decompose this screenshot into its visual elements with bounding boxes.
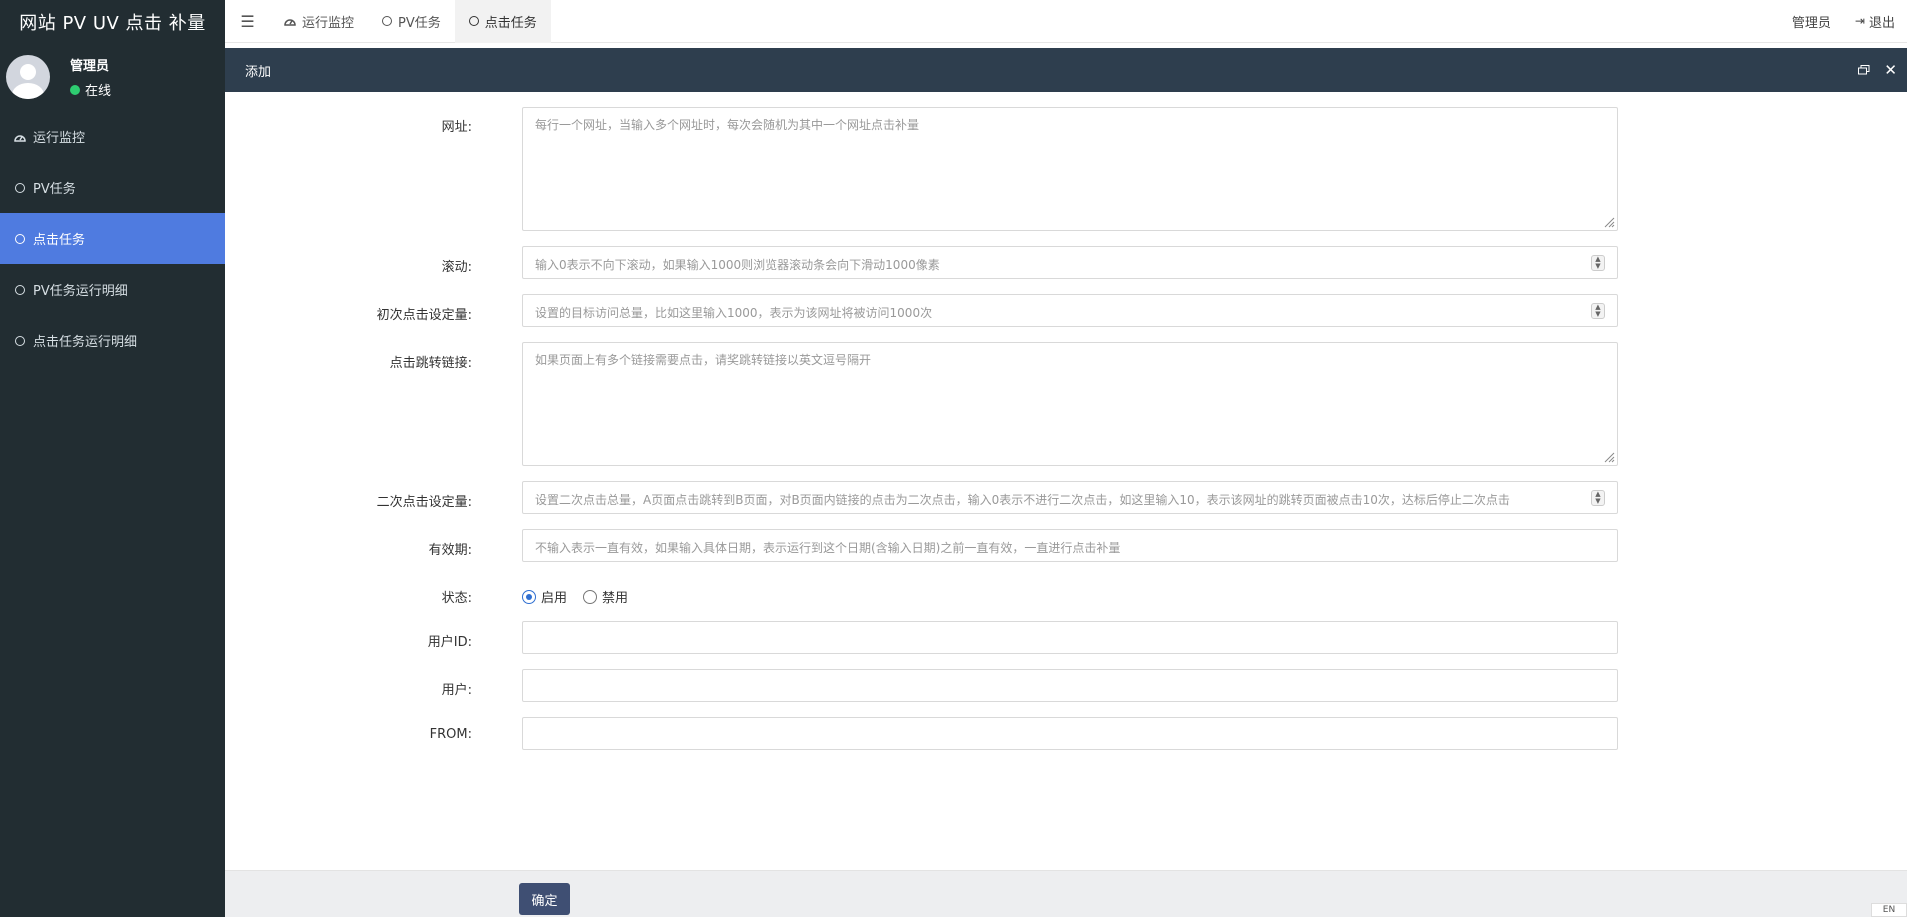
sidebar-item-click-task[interactable]: 点击任务	[0, 213, 225, 264]
sidebar-item-pv-task[interactable]: PV任务	[0, 162, 225, 213]
validity-date-input[interactable]: 不输入表示一直有效，如果输入具体日期，表示运行到这个日期(含输入日期)之前一直有…	[522, 529, 1618, 562]
second-clicks-label: 二次点击设定量:	[376, 495, 472, 510]
sidebar-item-click-task-detail[interactable]: 点击任务运行明细	[0, 315, 225, 366]
avatar	[6, 55, 50, 99]
ime-indicator: EN	[1871, 903, 1907, 917]
second-clicks-placeholder: 设置二次点击总量，A页面点击跳转到B页面，对B页面内链接的点击为二次点击，输入0…	[535, 493, 1510, 507]
resize-handle-icon[interactable]	[1603, 451, 1615, 463]
validity-placeholder: 不输入表示一直有效，如果输入具体日期，表示运行到这个日期(含输入日期)之前一直有…	[535, 541, 1121, 555]
circle-icon	[468, 16, 479, 26]
from-label: FROM:	[429, 727, 472, 742]
circle-icon	[382, 16, 393, 26]
url-placeholder: 每行一个网址，当输入多个网址时，每次会随机为其中一个网址点击补量	[535, 118, 920, 132]
logout-label: 退出	[1868, 15, 1895, 31]
online-status-icon	[70, 84, 80, 95]
sidebar-item-pv-task-detail[interactable]: PV任务运行明细	[0, 264, 225, 315]
tab-monitor[interactable]: 运行监控	[270, 0, 368, 43]
scroll-placeholder: 输入0表示不向下滚动，如果输入1000则浏览器滚动条会向下滑动1000像素	[535, 258, 940, 272]
user-status-label: 在线	[85, 84, 112, 99]
admin-user-link[interactable]: 管理员	[1780, 12, 1843, 31]
jump-links-label: 点击跳转链接:	[389, 356, 472, 371]
circle-icon	[14, 182, 26, 194]
radio-checked-icon	[522, 589, 536, 604]
user-input[interactable]	[522, 669, 1618, 702]
tab-label: 点击任务	[484, 15, 537, 31]
validity-label: 有效期:	[428, 543, 472, 558]
url-label: 网址:	[441, 120, 472, 135]
user-status: 在线	[70, 80, 111, 99]
radio-label: 禁用	[602, 591, 629, 606]
sidebar-item-monitor[interactable]: 运行监控	[0, 111, 225, 162]
tab-pv-task[interactable]: PV任务	[368, 0, 455, 43]
initial-clicks-input[interactable]: 设置的目标访问总量，比如这里输入1000，表示为该网址将被访问1000次 ▲ ▼	[522, 294, 1618, 327]
sidebar-menu: 运行监控 PV任务 点击任务 PV任务运行明细 点击任务运行明细	[0, 111, 225, 366]
circle-icon	[14, 233, 26, 245]
jump-links-textarea[interactable]: 如果页面上有多个链接需要点击，请奖跳转链接以英文逗号隔开	[522, 342, 1618, 466]
top-navbar: ☰ 运行监控 PV任务 点击任务 管理员 ⇥ 退出	[225, 0, 1907, 43]
radio-unchecked-icon	[583, 589, 598, 604]
status-radio-group: 启用 禁用	[522, 587, 628, 606]
user-id-input[interactable]	[522, 621, 1618, 654]
user-panel: 管理员 在线	[0, 43, 225, 111]
sign-out-icon: ⇥	[1854, 14, 1865, 28]
user-label: 用户:	[441, 683, 472, 698]
scroll-number-input[interactable]: 输入0表示不向下滚动，如果输入1000则浏览器滚动条会向下滑动1000像素 ▲ ▼	[522, 246, 1618, 279]
url-textarea[interactable]: 每行一个网址，当输入多个网址时，每次会随机为其中一个网址点击补量	[522, 107, 1618, 231]
user-id-label: 用户ID:	[427, 635, 472, 650]
dashboard-icon	[284, 16, 296, 26]
resize-handle-icon[interactable]	[1603, 216, 1615, 228]
radio-label: 启用	[541, 591, 568, 606]
close-icon[interactable]: ✕	[1884, 61, 1897, 79]
number-spinner-icon[interactable]: ▲ ▼	[1591, 303, 1605, 319]
sidebar-item-label: 点击任务	[33, 233, 86, 248]
panel-header: 添加 ✕	[225, 48, 1907, 92]
tab-label: PV任务	[398, 15, 441, 31]
tab-label: 运行监控	[302, 15, 355, 31]
status-label: 状态:	[441, 591, 472, 606]
maximize-icon[interactable]	[1858, 65, 1870, 75]
logout-button[interactable]: ⇥ 退出	[1843, 12, 1907, 31]
scroll-label: 滚动:	[441, 260, 472, 275]
circle-icon	[14, 284, 26, 296]
initial-clicks-label: 初次点击设定量:	[376, 308, 472, 323]
number-spinner-icon[interactable]: ▲ ▼	[1591, 490, 1605, 506]
confirm-button[interactable]: 确定	[519, 883, 570, 915]
sidebar-item-label: 点击任务运行明细	[33, 335, 138, 350]
form-footer: 确定 EN	[225, 870, 1907, 917]
sidebar-item-label: PV任务	[33, 182, 76, 197]
sidebar-item-label: PV任务运行明细	[33, 284, 128, 299]
form-panel: 网址: 每行一个网址，当输入多个网址时，每次会随机为其中一个网址点击补量 滚动:…	[225, 92, 1907, 870]
number-spinner-icon[interactable]: ▲ ▼	[1591, 255, 1605, 271]
circle-icon	[14, 335, 26, 347]
second-clicks-input[interactable]: 设置二次点击总量，A页面点击跳转到B页面，对B页面内链接的点击为二次点击，输入0…	[522, 481, 1618, 514]
from-input[interactable]	[522, 717, 1618, 750]
tab-click-task[interactable]: 点击任务	[454, 0, 551, 43]
sidebar: 网站 PV UV 点击 补量 管理员 在线 运行监控 PV任务 点击任务 PV任…	[0, 0, 225, 917]
dashboard-icon	[14, 131, 26, 143]
sidebar-item-label: 运行监控	[33, 131, 86, 146]
menu-toggle-icon[interactable]: ☰	[225, 0, 270, 43]
status-disable-radio[interactable]: 禁用	[583, 587, 628, 606]
user-name: 管理员	[70, 59, 110, 74]
top-tabs: 运行监控 PV任务 点击任务	[270, 0, 551, 43]
initial-clicks-placeholder: 设置的目标访问总量，比如这里输入1000，表示为该网址将被访问1000次	[535, 306, 933, 320]
status-enable-radio[interactable]: 启用	[522, 587, 567, 606]
jump-links-placeholder: 如果页面上有多个链接需要点击，请奖跳转链接以英文逗号隔开	[535, 353, 872, 367]
app-brand[interactable]: 网站 PV UV 点击 补量	[0, 0, 225, 43]
panel-title: 添加	[245, 64, 272, 80]
